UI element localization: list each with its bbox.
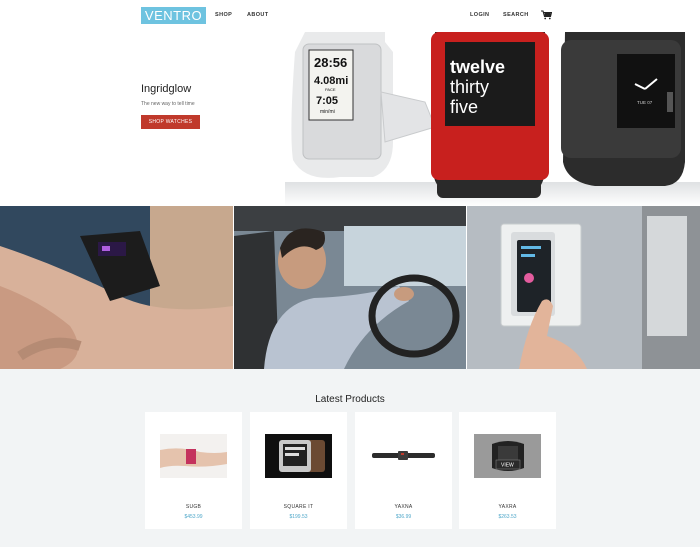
site-header: VENTRO SHOP ABOUT LOGIN SEARCH <box>0 0 700 32</box>
product-price-square-it: $199.53 <box>289 514 308 520</box>
product-card-yaxra[interactable]: VIEW YAXRA $263.53 <box>459 412 556 529</box>
product-name-yaxra: YAXRA <box>498 504 517 510</box>
product-image-yaxra: VIEW <box>474 434 541 478</box>
watch-center-line3: five <box>450 97 478 117</box>
watch-left-unit: min/mi <box>320 109 335 115</box>
view-overlay-button[interactable]: VIEW <box>501 463 514 469</box>
driver-photo <box>234 206 466 369</box>
watch-left-pace: 7:05 <box>316 95 338 107</box>
product-card-sugb[interactable]: SUGB $453.99 <box>145 412 242 529</box>
product-price-yaxra: $263.53 <box>498 514 517 520</box>
product-price-sugb: $453.99 <box>184 514 203 520</box>
watch-center-line1: twelve <box>450 57 505 77</box>
hero-section: Ingridglow The new way to tell time SHOP… <box>0 32 700 206</box>
latest-products-section: Latest Products SUGB $453.99 SQUARE IT $… <box>0 369 700 547</box>
lifestyle-strip <box>0 206 700 369</box>
product-name-yaxna: YAXNA <box>394 504 413 510</box>
cart-icon[interactable] <box>541 10 552 20</box>
watch-left-time: 28:56 <box>314 55 347 70</box>
shop-watches-button[interactable]: SHOP WATCHES <box>141 115 200 129</box>
nav-about-link[interactable]: ABOUT <box>247 12 269 18</box>
watch-right-date: TUE 07 <box>637 100 653 105</box>
site-logo[interactable]: VENTRO <box>141 7 206 24</box>
hero-title: Ingridglow <box>141 83 192 95</box>
hero-watches-image: 28:56 4.08mi PACE 7:05 min/mi twelve thi… <box>285 32 700 206</box>
product-price-yaxna: $36.99 <box>395 514 412 520</box>
product-name-sugb: SUGB <box>185 504 202 510</box>
watch-center-line2: thirty <box>450 77 489 97</box>
nav-shop-link[interactable]: SHOP <box>215 12 232 18</box>
product-image-yaxna <box>370 434 437 478</box>
product-image-sugb <box>160 434 227 478</box>
watch-left-distance: 4.08mi <box>314 75 348 87</box>
search-link[interactable]: SEARCH <box>503 12 529 18</box>
product-image-square-it <box>265 434 332 478</box>
product-name-square-it: SQUARE IT <box>283 504 314 510</box>
hero-subtitle: The new way to tell time <box>141 101 195 107</box>
latest-products-title: Latest Products <box>315 394 385 405</box>
product-card-square-it[interactable]: SQUARE IT $199.53 <box>250 412 347 529</box>
watch-left-pace-label: PACE <box>325 87 336 92</box>
product-card-yaxna[interactable]: YAXNA $36.99 <box>355 412 452 529</box>
smart-home-panel-photo <box>467 206 700 369</box>
fitness-band-photo <box>0 206 233 369</box>
login-link[interactable]: LOGIN <box>470 12 489 18</box>
